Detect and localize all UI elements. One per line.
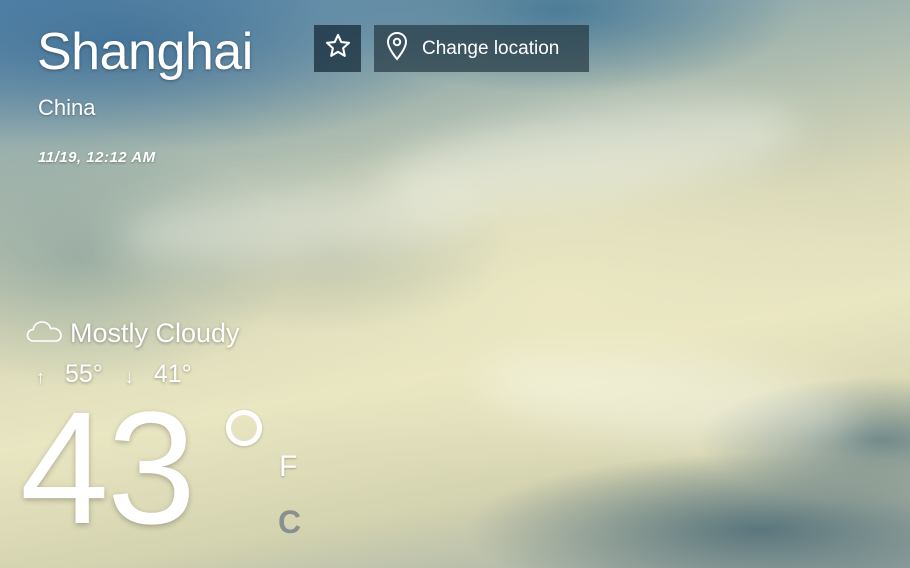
country-name: China: [38, 95, 96, 120]
change-location-button[interactable]: Change location: [374, 25, 589, 72]
degree-symbol: [226, 410, 262, 446]
favorite-button[interactable]: [314, 25, 361, 72]
condition-row: Mostly Cloudy: [26, 318, 240, 349]
local-datetime: 11/19, 12:12 AM: [38, 149, 156, 166]
background-cloud-streak: [117, 177, 483, 273]
background-cloud-streak: [476, 340, 864, 460]
cloud-icon: [26, 318, 64, 349]
map-pin-icon: [386, 31, 408, 66]
unit-fahrenheit-toggle[interactable]: F: [279, 450, 297, 484]
current-temperature: 43: [20, 378, 196, 557]
condition-text: Mostly Cloudy: [70, 318, 240, 348]
star-outline-icon: [324, 32, 352, 65]
unit-celsius-toggle[interactable]: C: [278, 504, 301, 541]
change-location-label: Change location: [422, 37, 560, 59]
city-name: Shanghai: [37, 23, 253, 81]
